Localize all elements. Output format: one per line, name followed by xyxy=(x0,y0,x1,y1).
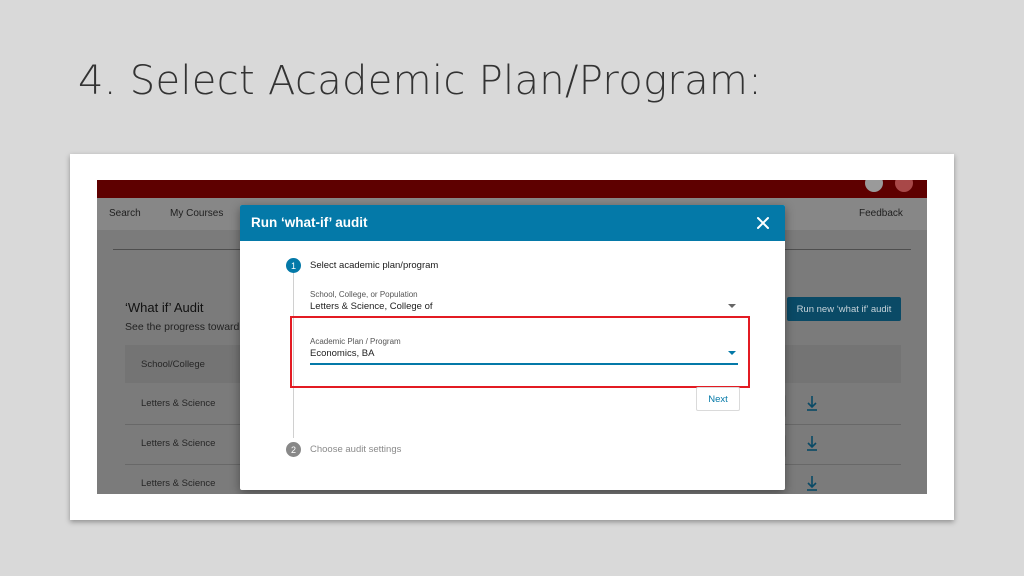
download-icon[interactable] xyxy=(805,392,819,414)
next-button[interactable]: Next xyxy=(696,387,740,411)
dialog-title: Run ‘what-if’ audit xyxy=(251,215,368,230)
row-school: Letters & Science xyxy=(141,398,216,409)
step-2-indicator: 2 xyxy=(286,442,301,457)
page-subtitle: See the progress toward xyxy=(125,321,240,333)
school-select[interactable]: School, College, or Population Letters &… xyxy=(310,290,738,317)
nav-my-courses[interactable]: My Courses xyxy=(170,208,223,219)
dropdown-arrow-icon[interactable] xyxy=(728,351,736,355)
page-heading: ‘What if’ Audit xyxy=(125,300,204,315)
dialog-header: Run ‘what-if’ audit xyxy=(240,205,785,241)
app-window: Search My Courses Feedback ‘What if’ Aud… xyxy=(97,180,927,494)
step-1-indicator: 1 xyxy=(286,258,301,273)
run-new-audit-button[interactable]: Run new ‘what if’ audit xyxy=(787,297,901,321)
avatar[interactable] xyxy=(895,180,913,192)
dropdown-arrow-icon[interactable] xyxy=(728,304,736,308)
screenshot-frame: Search My Courses Feedback ‘What if’ Aud… xyxy=(70,154,954,520)
slide-title: 4. Select Academic Plan/Program: xyxy=(78,58,762,104)
top-bar xyxy=(97,180,927,198)
row-school: Letters & Science xyxy=(141,478,216,489)
academic-plan-select-label: Academic Plan / Program xyxy=(310,337,401,346)
nav-feedback[interactable]: Feedback xyxy=(859,208,903,219)
close-icon[interactable] xyxy=(753,213,773,233)
download-icon[interactable] xyxy=(805,472,819,494)
nav-search[interactable]: Search xyxy=(109,208,141,219)
step-1-label: Select academic plan/program xyxy=(310,260,439,271)
help-icon[interactable] xyxy=(865,180,883,192)
step-2-label: Choose audit settings xyxy=(310,444,402,455)
academic-plan-select[interactable]: Academic Plan / Program Economics, BA xyxy=(310,337,738,365)
academic-plan-select-value: Economics, BA xyxy=(310,348,375,359)
what-if-audit-dialog: Run ‘what-if’ audit 1 Select academic pl… xyxy=(240,205,785,490)
row-school: Letters & Science xyxy=(141,438,216,449)
school-select-value: Letters & Science, College of xyxy=(310,301,433,312)
download-icon[interactable] xyxy=(805,432,819,454)
school-select-label: School, College, or Population xyxy=(310,290,418,299)
column-header-school: School/College xyxy=(141,359,205,370)
